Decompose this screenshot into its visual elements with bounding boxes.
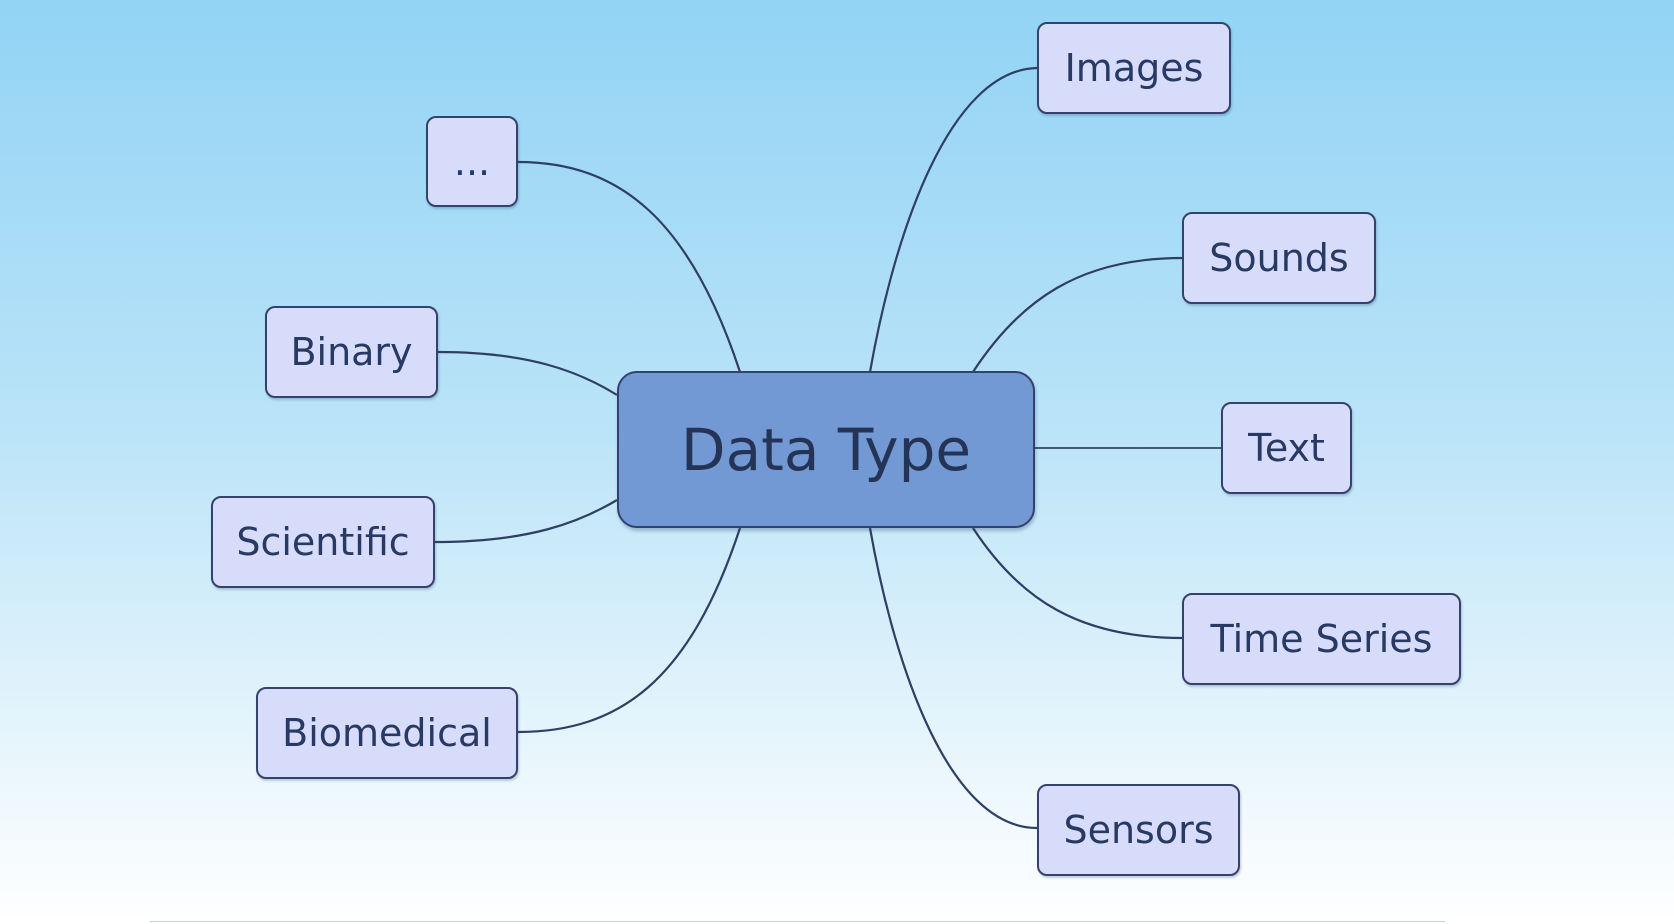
link-sensors xyxy=(868,527,1038,830)
link-ellipsis xyxy=(517,160,742,373)
link-images xyxy=(868,66,1038,373)
node-sensors: Sensors xyxy=(1037,784,1240,876)
node-time-series: Time Series xyxy=(1182,593,1461,685)
link-binary xyxy=(437,350,618,396)
node-scientific: Scientific xyxy=(211,496,435,588)
node-images: Images xyxy=(1037,22,1231,114)
link-time-series xyxy=(972,527,1183,640)
center-node-data-type: Data Type xyxy=(617,371,1035,528)
node-binary: Binary xyxy=(265,306,438,398)
link-scientific xyxy=(434,499,618,544)
node-sounds: Sounds xyxy=(1182,212,1376,304)
node-biomedical: Biomedical xyxy=(256,687,518,779)
diagram-canvas: Data Type ... Binary Scientific Biomedic… xyxy=(0,0,1674,924)
link-sounds xyxy=(972,256,1183,373)
link-biomedical xyxy=(517,527,742,734)
bottom-divider xyxy=(150,921,1445,922)
node-ellipsis: ... xyxy=(426,116,518,207)
node-text: Text xyxy=(1221,402,1352,494)
